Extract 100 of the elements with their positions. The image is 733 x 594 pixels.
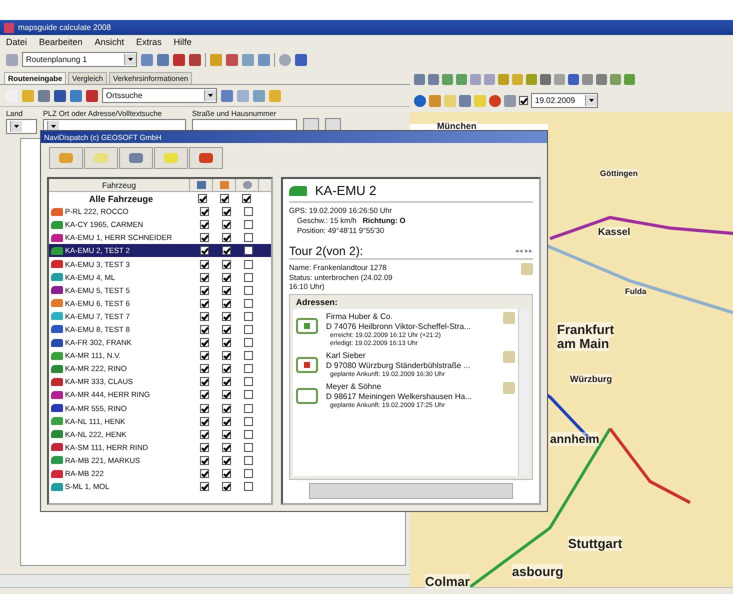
checkbox[interactable] [222,233,230,242]
toolbar-icon[interactable] [568,74,579,85]
toolbar-icon[interactable] [38,90,50,102]
checkbox[interactable] [244,404,252,413]
horizontal-scrollbar[interactable] [0,574,410,587]
checkbox[interactable] [200,312,208,321]
menu-item[interactable]: Extras [136,37,162,47]
checkbox[interactable] [222,456,230,465]
checkbox[interactable] [200,377,208,386]
checkbox[interactable] [244,233,252,242]
checkbox[interactable] [200,246,208,256]
checkbox[interactable] [244,442,252,452]
checkbox[interactable] [200,469,208,478]
checkbox[interactable] [244,390,252,400]
checkbox[interactable] [200,482,208,492]
checkbox[interactable] [244,324,252,334]
toolbar-icon[interactable] [459,94,471,106]
country-dropdown[interactable] [6,119,37,134]
checkbox[interactable] [244,312,252,321]
toolbar-icon[interactable] [295,54,307,66]
checkbox[interactable] [244,286,252,295]
checkbox[interactable] [200,430,208,439]
checkbox[interactable] [222,338,230,348]
checkbox[interactable] [244,364,252,374]
menu-item[interactable]: Hilfe [174,37,192,47]
checkbox[interactable] [200,272,208,282]
checkbox[interactable] [222,469,230,478]
date-dropdown[interactable]: 19.02.2009 [531,93,598,108]
toolbar-icon[interactable] [173,54,185,66]
checkbox[interactable] [200,351,208,360]
checkbox[interactable] [198,194,206,204]
checkbox[interactable] [200,207,208,216]
toolbar-icon[interactable] [489,94,501,106]
toolbar-button[interactable] [119,147,153,169]
checkbox[interactable] [519,96,528,105]
checkbox[interactable] [222,272,230,282]
checkbox[interactable] [244,338,252,348]
checkbox[interactable] [244,377,252,386]
route-dropdown[interactable]: Routenplanung 1 [22,52,137,67]
checkbox[interactable] [200,286,208,295]
toolbar-icon[interactable] [221,90,233,102]
checkbox[interactable] [222,260,230,269]
toolbar-button[interactable] [189,147,223,169]
checkbox[interactable] [222,312,230,321]
checkbox[interactable] [242,194,250,204]
checkbox[interactable] [222,377,230,386]
checkbox[interactable] [200,324,208,334]
checkbox[interactable] [244,416,252,426]
checkbox[interactable] [244,272,252,282]
checkbox[interactable] [200,442,208,452]
toolbar-icon[interactable] [157,54,169,66]
toolbar-icon[interactable] [226,54,238,66]
checkbox[interactable] [244,207,252,216]
checkbox[interactable] [222,390,230,400]
checkbox[interactable] [200,456,208,465]
checkbox[interactable] [244,482,252,492]
checkbox[interactable] [244,351,252,360]
checkbox[interactable] [200,338,208,348]
checkbox[interactable] [200,390,208,400]
list-item[interactable]: Alle Fahrzeuge [51,194,191,204]
toolbar-icon[interactable] [70,90,82,102]
map[interactable] [410,506,733,587]
checkbox[interactable] [222,442,230,452]
checkbox[interactable] [222,207,230,216]
checkbox[interactable] [244,456,252,465]
checkbox[interactable] [200,260,208,269]
toolbar-icon[interactable] [86,90,98,102]
checkbox[interactable] [244,260,252,269]
checkbox[interactable] [222,286,230,295]
checkbox[interactable] [200,233,208,242]
toolbar-icon[interactable] [54,90,66,102]
checkbox[interactable] [222,324,230,334]
checkbox[interactable] [222,430,230,439]
toolbar-icon[interactable] [258,54,270,66]
checkbox[interactable] [200,364,208,374]
menu-item[interactable]: Ansicht [94,37,124,47]
search-dropdown[interactable]: Ortssuche [102,88,217,103]
checkbox[interactable] [244,469,252,478]
toolbar-icon[interactable] [141,54,153,66]
checkbox[interactable] [244,220,252,230]
checkbox[interactable] [222,482,230,492]
checkbox[interactable] [222,351,230,360]
toolbar-icon[interactable] [540,74,551,85]
vertical-scrollbar[interactable] [518,309,529,476]
checkbox[interactable] [200,416,208,426]
checkbox[interactable] [244,430,252,439]
checkbox[interactable] [220,194,228,204]
checkbox[interactable] [222,220,230,230]
checkbox[interactable] [222,298,230,308]
checkbox[interactable] [222,404,230,413]
checkbox[interactable] [244,246,252,256]
checkbox[interactable] [200,298,208,308]
checkbox[interactable] [222,364,230,374]
checkbox[interactable] [222,246,230,256]
toolbar-icon[interactable] [189,54,201,66]
checkbox[interactable] [200,404,208,413]
menu-item[interactable]: Bearbeiten [39,37,83,47]
menu-item[interactable]: Datei [6,37,28,47]
checkbox[interactable] [200,220,208,230]
checkbox[interactable] [244,298,252,308]
